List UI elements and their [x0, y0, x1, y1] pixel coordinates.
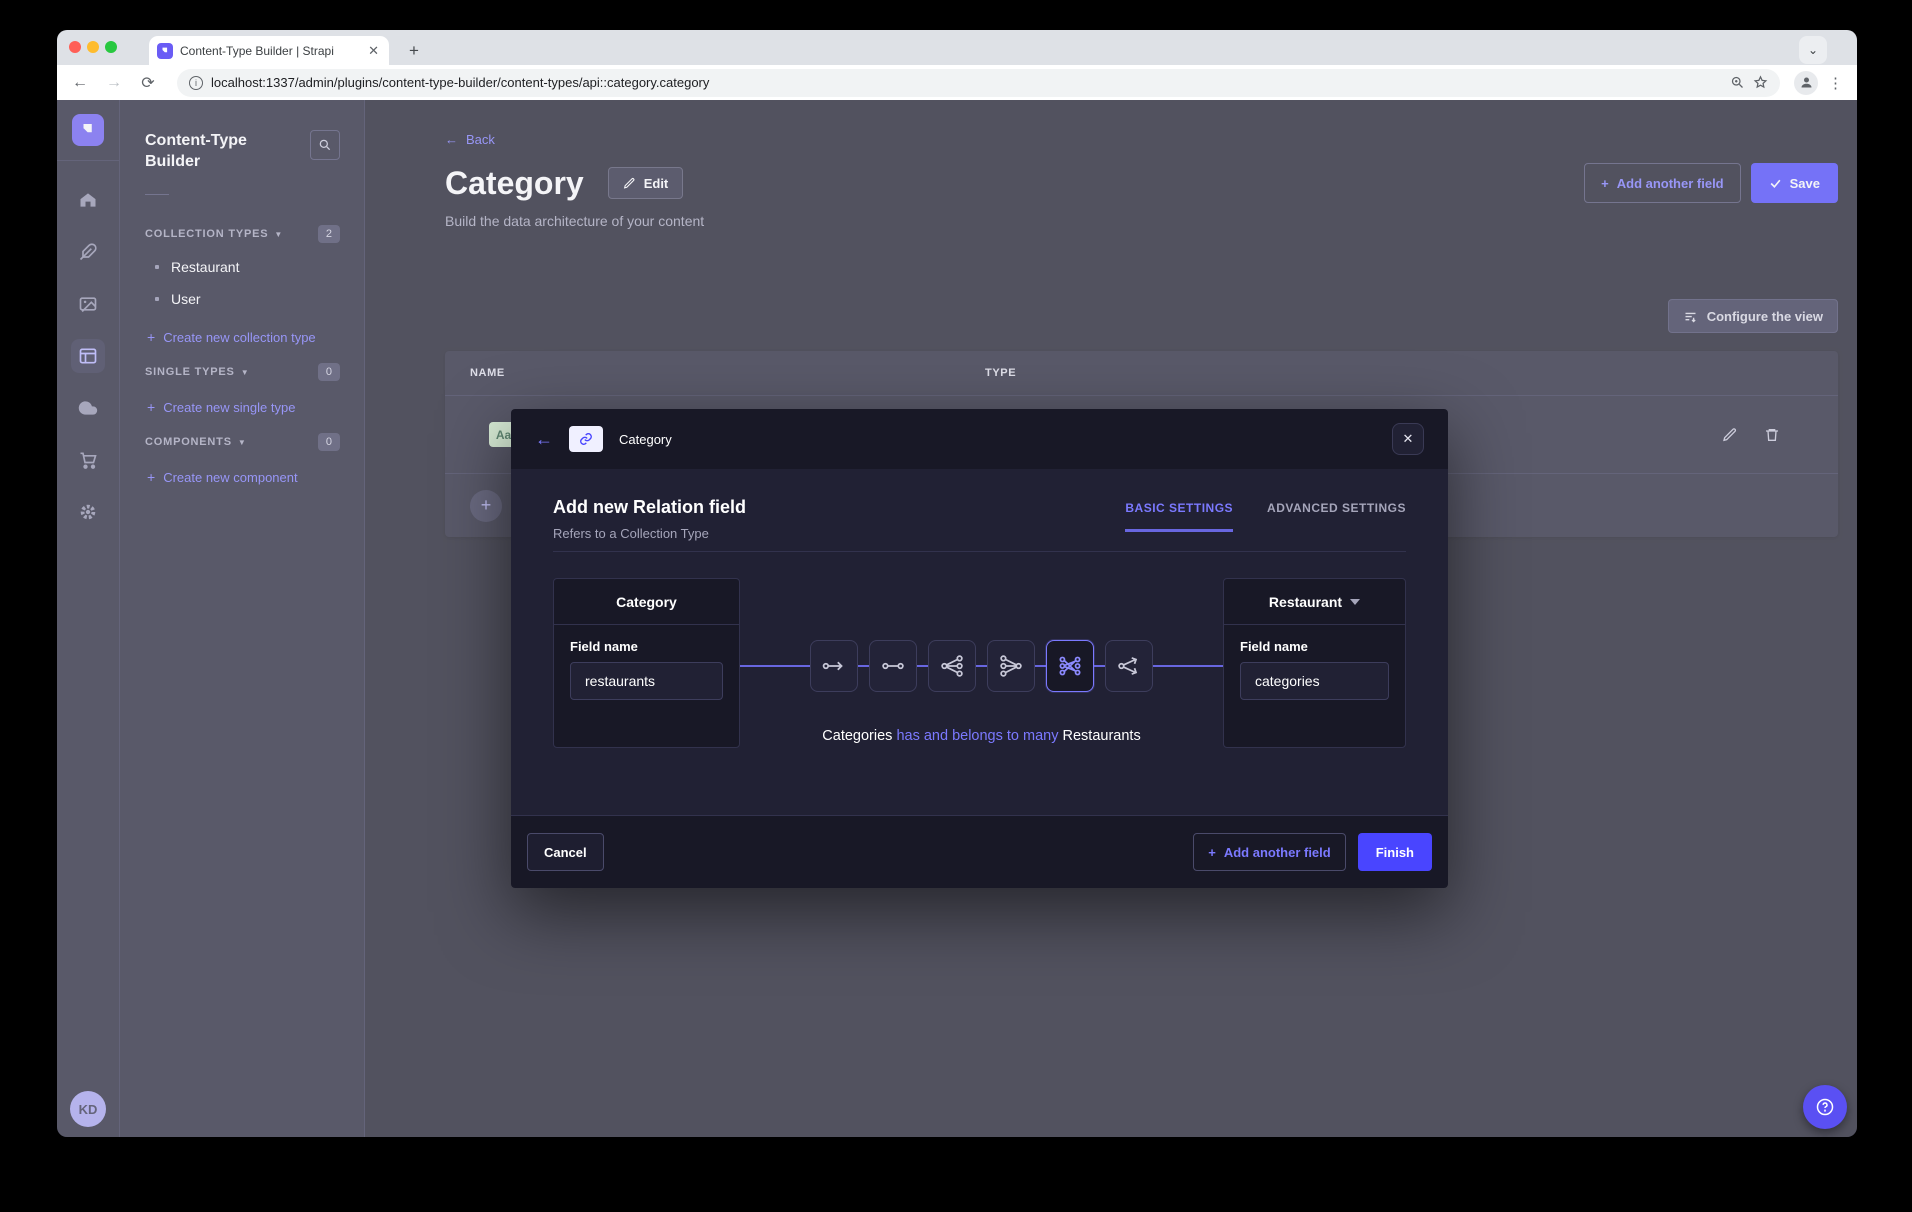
relation-many-way-icon[interactable]: [1105, 640, 1153, 692]
bookmark-star-icon[interactable]: [1753, 75, 1768, 90]
browser-window: Content-Type Builder | Strapi ✕ + ⌄ ← → …: [57, 30, 1857, 1137]
reload-icon[interactable]: ⟳: [135, 70, 161, 96]
relation-many-to-many-icon[interactable]: [1046, 640, 1094, 692]
back-nav-icon[interactable]: ←: [67, 70, 93, 96]
help-button[interactable]: [1803, 1085, 1847, 1129]
relation-caption: Categories has and belongs to many Resta…: [740, 728, 1223, 744]
source-field-name-label: Field name: [570, 639, 723, 654]
strapi-app: KD Content-Type Builder COLLECTION TYPES…: [57, 100, 1857, 1137]
modal-add-field-label: Add another field: [1224, 845, 1331, 860]
source-card: Category Field name restaurants: [553, 578, 740, 748]
cancel-button[interactable]: Cancel: [527, 833, 604, 871]
target-card-select[interactable]: Restaurant: [1224, 579, 1405, 625]
relation-field-modal: ← Category ✕ Add new Relation field Refe…: [511, 409, 1448, 888]
tab-advanced-settings[interactable]: ADVANCED SETTINGS: [1267, 501, 1406, 532]
plus-icon: +: [1208, 845, 1216, 860]
caption-source: Categories: [822, 728, 892, 744]
modal-header: ← Category ✕: [511, 409, 1448, 469]
modal-subheading: Refers to a Collection Type: [553, 526, 746, 541]
url-text: localhost:1337/admin/plugins/content-typ…: [211, 75, 1722, 90]
chevron-down-icon: [1350, 599, 1360, 605]
site-info-icon[interactable]: i: [189, 76, 203, 90]
zoom-page-icon[interactable]: [1730, 75, 1745, 90]
caption-relation: has and belongs to many: [896, 728, 1058, 744]
new-tab-button[interactable]: +: [401, 38, 427, 64]
url-bar[interactable]: i localhost:1337/admin/plugins/content-t…: [177, 69, 1780, 97]
target-card-title: Restaurant: [1269, 594, 1342, 610]
relation-one-to-one-icon[interactable]: [869, 640, 917, 692]
tab-search-chevron-icon[interactable]: ⌄: [1799, 36, 1827, 64]
close-icon[interactable]: ✕: [1392, 423, 1424, 455]
finish-button[interactable]: Finish: [1358, 833, 1432, 871]
source-field-name-input[interactable]: restaurants: [570, 662, 723, 700]
tab-title: Content-Type Builder | Strapi: [180, 44, 359, 58]
target-field-name-label: Field name: [1240, 639, 1389, 654]
modal-title: Category: [619, 432, 672, 447]
modal-heading: Add new Relation field: [553, 497, 746, 518]
close-window-button[interactable]: [69, 41, 81, 53]
source-card-title: Category: [616, 594, 677, 610]
relation-connector: Categories has and belongs to many Resta…: [740, 578, 1223, 748]
relation-one-way-icon[interactable]: [810, 640, 858, 692]
tabs-divider: [553, 551, 1406, 552]
browser-menu-icon[interactable]: ⋮: [1828, 74, 1843, 92]
modal-add-another-field-button[interactable]: + Add another field: [1193, 833, 1345, 871]
tab-close-icon[interactable]: ✕: [366, 43, 381, 59]
browser-toolbar: ← → ⟳ i localhost:1337/admin/plugins/con…: [57, 65, 1857, 100]
tab-basic-settings[interactable]: BASIC SETTINGS: [1125, 501, 1233, 532]
forward-nav-icon[interactable]: →: [101, 70, 127, 96]
target-field-name-input[interactable]: categories: [1240, 662, 1389, 700]
modal-body: Add new Relation field Refers to a Colle…: [511, 469, 1448, 815]
relation-many-to-one-icon[interactable]: [987, 640, 1035, 692]
tab-strip: Content-Type Builder | Strapi ✕ + ⌄: [57, 30, 1857, 65]
modal-back-icon[interactable]: ←: [535, 429, 553, 450]
browser-tab[interactable]: Content-Type Builder | Strapi ✕: [149, 36, 389, 65]
modal-footer: Cancel + Add another field Finish: [511, 815, 1448, 888]
relation-link-icon: [569, 426, 603, 452]
caption-target: Restaurants: [1063, 728, 1141, 744]
browser-profile-icon[interactable]: [1794, 71, 1818, 95]
strapi-favicon-icon: [157, 43, 173, 59]
zoom-window-button[interactable]: [105, 41, 117, 53]
relation-one-to-many-icon[interactable]: [928, 640, 976, 692]
minimize-window-button[interactable]: [87, 41, 99, 53]
target-card: Restaurant Field name categories: [1223, 578, 1406, 748]
question-mark-icon: [1815, 1097, 1835, 1117]
